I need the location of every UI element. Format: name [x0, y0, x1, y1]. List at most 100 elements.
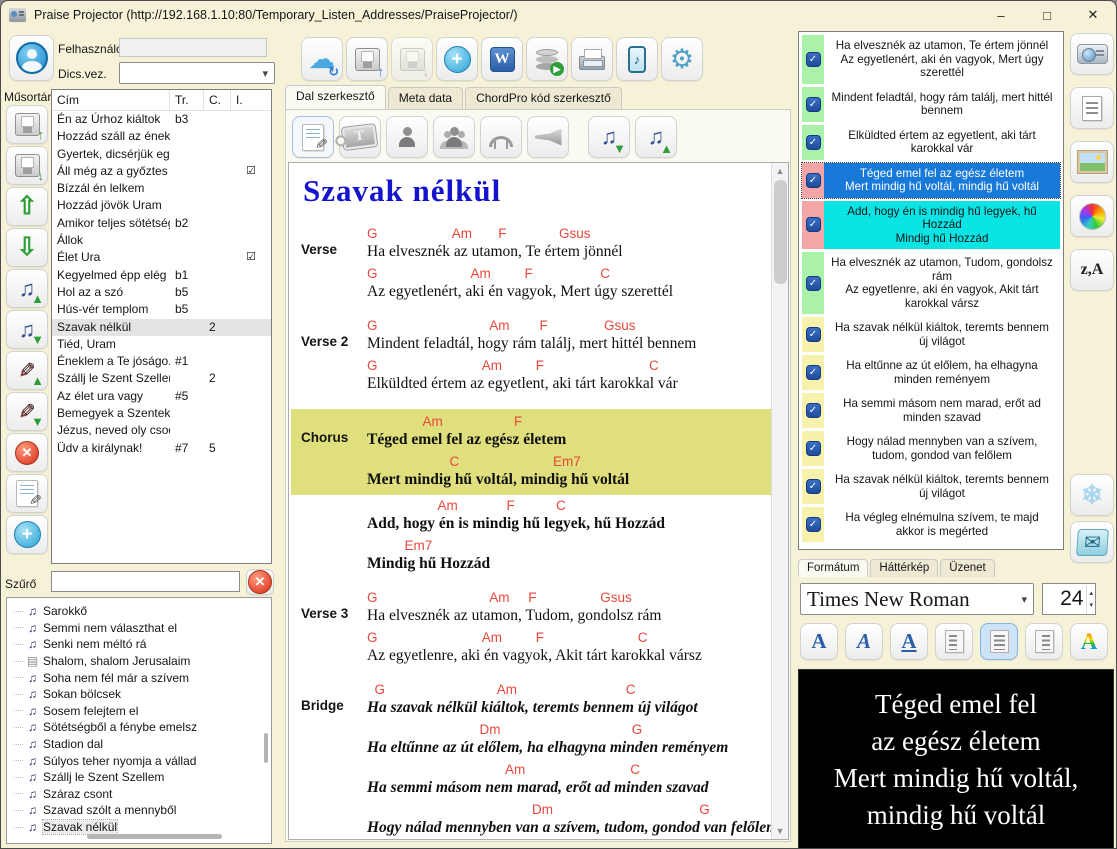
slide-row[interactable]: ✓Mindent feladtál, hogy rám találj, mert… [802, 87, 1060, 122]
add-new-button[interactable]: + [436, 37, 478, 81]
library-item[interactable]: ♫Száraz csont [14, 786, 269, 803]
tab-chordpro-kod-szerkeszto[interactable]: ChordPro kód szerkesztő [465, 87, 622, 109]
library-item[interactable]: ♫Szállj le Szent Szellem [14, 769, 269, 786]
playlist-row[interactable]: Hol az a szób5 [52, 284, 271, 301]
database-export-button[interactable]: ▶ [526, 37, 568, 81]
close-button[interactable]: ✕ [1070, 1, 1116, 29]
slide-checkbox[interactable]: ✓ [806, 327, 821, 342]
font-color-button[interactable]: A [1070, 623, 1108, 660]
verse-person-button[interactable] [386, 116, 428, 158]
filter-clear-button[interactable]: ✕ [246, 569, 274, 595]
font-size-input[interactable]: 24 ▴ ▾ [1042, 583, 1096, 615]
song-add-up-button[interactable]: ♫▲ [6, 269, 48, 308]
playlist-row[interactable]: Élet Ura☑ [52, 249, 271, 266]
scroll-up-icon[interactable]: ▲ [772, 166, 788, 176]
slide-row[interactable]: ✓Ha elvesznék az utamon, Te értem jönnél… [802, 35, 1060, 84]
slide-checkbox[interactable]: ✓ [806, 97, 821, 112]
playlist-row[interactable]: Állok [52, 232, 271, 249]
library-item[interactable]: ♫Szavad szólt a mennyből [14, 802, 269, 819]
mobile-music-button[interactable]: ♪ [616, 37, 658, 81]
align-right-button[interactable] [1025, 623, 1063, 660]
tab-dal-szerkeszto[interactable]: Dal szerkesztő [285, 85, 386, 109]
slide-checkbox[interactable]: ✓ [806, 517, 821, 532]
word-export-button[interactable]: W [481, 37, 523, 81]
align-left-button[interactable] [935, 623, 973, 660]
slide-checkbox[interactable]: ✓ [806, 365, 821, 380]
key-down-button[interactable]: ✎▼ [6, 392, 48, 431]
editor-scrollbar-thumb[interactable] [774, 180, 787, 284]
leader-select[interactable]: ▾ [119, 62, 275, 84]
underline-button[interactable]: A [890, 623, 928, 660]
slide-checkbox[interactable]: ✓ [806, 479, 821, 494]
settings-button[interactable]: ⚙ [661, 37, 703, 81]
cloud-sync-button[interactable]: ☁↻ [301, 37, 343, 81]
edit-song-button[interactable] [6, 474, 48, 513]
slide-checkbox[interactable]: ✓ [806, 403, 821, 418]
slide-row[interactable]: ✓Ha semmi másom nem marad, erőt ad minde… [802, 393, 1060, 428]
tab-hatterkep[interactable]: Háttérkép [870, 559, 938, 577]
playlist-save-down-button[interactable]: ↓ [6, 146, 48, 185]
playlist-row[interactable]: Áll még az a győztes k...☑ [52, 163, 271, 180]
chorus-group-button[interactable] [433, 116, 475, 158]
font-family-select[interactable]: Times New Roman ▾ [800, 583, 1034, 615]
library-item[interactable]: ♫Súlyos teher nyomja a vállad [14, 752, 269, 769]
library-item[interactable]: ▤Shalom, shalom Jerusalaim [14, 653, 269, 670]
projector-button[interactable] [1070, 33, 1114, 75]
library-item[interactable]: ♫Stadion dal [14, 736, 269, 753]
playlist-column-header[interactable]: C. [204, 90, 231, 110]
key-up-button[interactable]: ✎▲ [6, 351, 48, 390]
playlist-row[interactable]: Hús-vér templomb5 [52, 301, 271, 318]
background-image-button[interactable] [1070, 141, 1114, 183]
slide-row[interactable]: ✓Téged emel fel az egész életem Mert min… [802, 163, 1060, 198]
titlebar[interactable]: Praise Projector (http://192.168.1.10:80… [1, 1, 1116, 29]
library-item[interactable]: ♫Senki nem méltó rá [14, 636, 269, 653]
bold-button[interactable]: A [800, 623, 838, 660]
library-item[interactable]: ♫Sötétségből a fénybe emelsz [14, 719, 269, 736]
song-add-down-button[interactable]: ♫▼ [6, 310, 48, 349]
spin-down-icon[interactable]: ▾ [1089, 601, 1093, 609]
playlist-row[interactable]: Üdv a királynak!#75 [52, 440, 271, 457]
slide-checkbox[interactable]: ✓ [806, 173, 821, 188]
library-item[interactable]: ♫Sokan bölcsek [14, 686, 269, 703]
user-input[interactable] [119, 38, 267, 57]
edit-lyrics-button[interactable] [292, 116, 334, 158]
print-button[interactable] [571, 37, 613, 81]
sort-za-button[interactable]: z,A [1070, 249, 1114, 291]
library-item[interactable]: ♫Szavak nélkül [14, 819, 269, 836]
slide-row[interactable]: ✓Ha eltűnne az út előlem, ha elhagyna mi… [802, 355, 1060, 390]
trumpet-button[interactable] [527, 116, 569, 158]
font-size-spinner[interactable]: ▴ ▾ [1086, 584, 1095, 614]
add-song-button[interactable]: + [6, 515, 48, 554]
slide-row[interactable]: ✓Hogy nálad mennyben van a szívem, tudom… [802, 431, 1060, 466]
playlist-row[interactable]: Én az Úrhoz kiáltokb3 [52, 111, 271, 128]
slide-checkbox[interactable]: ✓ [806, 217, 821, 232]
library-item[interactable]: ♫Sarokkő [14, 603, 269, 620]
playlist-row[interactable]: Bemegyek a Szentek ... [52, 405, 271, 422]
slide-checkbox[interactable]: ✓ [806, 276, 821, 291]
filter-input[interactable] [51, 571, 240, 592]
library-vertical-scrollbar[interactable] [264, 733, 268, 763]
slide-checkbox[interactable]: ✓ [806, 441, 821, 456]
playlist-row[interactable]: Tiéd, Uram [52, 336, 271, 353]
tab-uzenet[interactable]: Üzenet [940, 559, 994, 577]
slide-row[interactable]: ✓Ha elvesznék az utamon, Tudom, gondolsz… [802, 252, 1060, 314]
note-up-button[interactable]: ♫▲ [635, 116, 677, 158]
playlist-row[interactable]: Hozzád jövök Uram [52, 197, 271, 214]
library-horizontal-scrollbar[interactable] [87, 834, 222, 839]
save-button[interactable]: ↓ [391, 37, 433, 81]
playlist-row[interactable]: Szavak nélkül2 [52, 319, 271, 336]
text-slides-button[interactable] [1070, 87, 1114, 129]
save-upload-button[interactable]: ↑ [346, 37, 388, 81]
playlist-row[interactable]: Jézus, neved oly csod... [52, 422, 271, 439]
library-item[interactable]: ♫Semmi nem választhat el [14, 620, 269, 637]
remove-song-button[interactable]: ✕ [6, 433, 48, 472]
playlist-row[interactable]: Bízzál én lelkem [52, 180, 271, 197]
playlist-row[interactable]: Éneklem a Te jóságo...#1 [52, 353, 271, 370]
playlist-column-header[interactable]: I. [231, 90, 271, 110]
tab-formatum[interactable]: Formátum [798, 559, 868, 577]
scroll-down-icon[interactable]: ▼ [772, 826, 788, 836]
playlist-save-up-button[interactable]: ↑ [6, 105, 48, 144]
library-item[interactable]: ♫Soha nem fél már a szívem [14, 669, 269, 686]
playlist-row[interactable]: Kegyelmed épp elégb1 [52, 267, 271, 284]
note-down-button[interactable]: ♫▼ [588, 116, 630, 158]
